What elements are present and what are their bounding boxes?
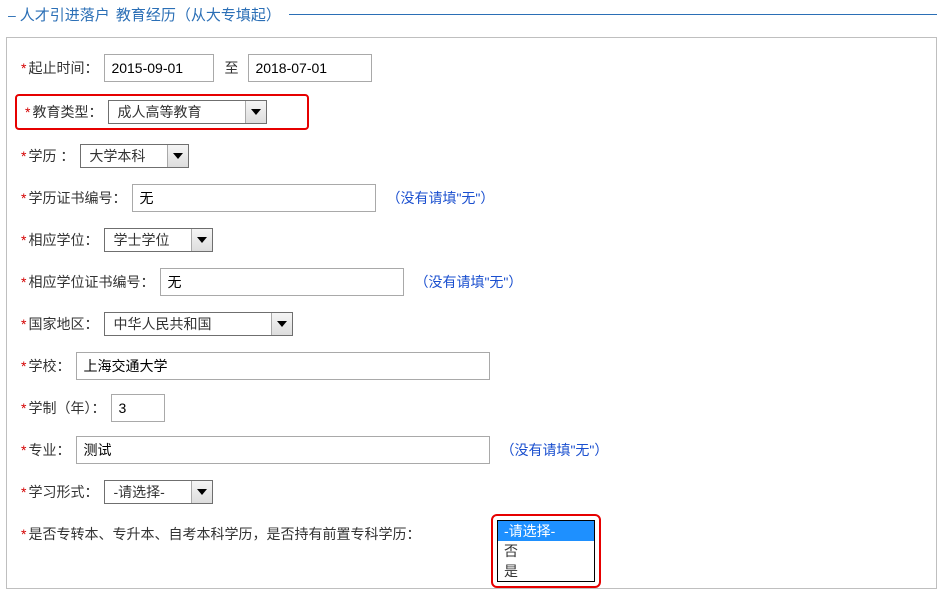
prior-qual-select-open[interactable]: -请选择- 否 是 xyxy=(497,520,595,582)
school-input[interactable] xyxy=(76,352,490,380)
label-to: 至 xyxy=(224,58,238,78)
label-degree-level: 学历 ： xyxy=(28,146,74,166)
row-years: * 学制（年）： xyxy=(21,392,922,424)
edu-type-highlight-box: * 教育类型： 成人高等教育 xyxy=(15,94,309,130)
required-marker: * xyxy=(25,104,30,120)
chevron-down-icon xyxy=(245,101,266,123)
dropdown-option-no[interactable]: 否 xyxy=(498,541,594,561)
row-prior-qual: * 是否专转本、专升本、自考本科学历，是否持有前置专科学历： -请选择- 否 是 xyxy=(21,518,922,550)
header-title: 人才引进落户 xyxy=(20,4,110,25)
label-cert-no: 学历证书编号： xyxy=(28,188,126,208)
required-marker: * xyxy=(21,484,26,500)
required-marker: * xyxy=(21,316,26,332)
degree-level-value: 大学本科 xyxy=(81,145,167,167)
header-divider xyxy=(289,14,937,15)
header-subtitle: 教育经历（从大专填起） xyxy=(116,4,281,25)
country-select[interactable]: 中华人民共和国 xyxy=(104,312,293,336)
required-marker: * xyxy=(21,190,26,206)
degree-value: 学士学位 xyxy=(105,229,191,251)
required-marker: * xyxy=(21,60,26,76)
hint-no-fill-none: （没有请填"无"） xyxy=(414,272,522,292)
dropdown-option-placeholder[interactable]: -请选择- xyxy=(498,521,594,541)
label-study-mode: 学习形式： xyxy=(28,482,98,502)
label-degree-cert-no: 相应学位证书编号： xyxy=(28,272,154,292)
chevron-down-icon xyxy=(191,481,212,503)
start-date-input[interactable] xyxy=(104,54,214,82)
row-degree-level: * 学历 ： 大学本科 xyxy=(21,140,922,172)
hint-no-fill-none: （没有请填"无"） xyxy=(386,188,494,208)
major-input[interactable] xyxy=(76,436,490,464)
form-box: * 起止时间： 至 * 教育类型： 成人高等教育 * 学历 ： xyxy=(6,37,937,589)
label-major: 专业： xyxy=(28,440,70,460)
label-years: 学制（年）： xyxy=(28,398,105,418)
edu-type-value: 成人高等教育 xyxy=(109,101,245,123)
row-edu-type: * 教育类型： 成人高等教育 xyxy=(21,94,922,130)
required-marker: * xyxy=(21,400,26,416)
end-date-input[interactable] xyxy=(248,54,372,82)
label-date-range: 起止时间： xyxy=(28,58,98,78)
row-degree: * 相应学位： 学士学位 xyxy=(21,224,922,256)
years-input[interactable] xyxy=(111,394,165,422)
label-edu-type: 教育类型： xyxy=(32,102,102,122)
study-mode-select[interactable]: -请选择- xyxy=(104,480,213,504)
chevron-down-icon xyxy=(271,313,292,335)
row-cert-no: * 学历证书编号： （没有请填"无"） xyxy=(21,182,922,214)
required-marker: * xyxy=(21,442,26,458)
label-country: 国家地区： xyxy=(28,314,98,334)
section-header: – 人才引进落户 教育经历（从大专填起） xyxy=(6,4,937,25)
row-country: * 国家地区： 中华人民共和国 xyxy=(21,308,922,340)
country-value: 中华人民共和国 xyxy=(105,313,271,335)
required-marker: * xyxy=(21,274,26,290)
row-date-range: * 起止时间： 至 xyxy=(21,52,922,84)
chevron-down-icon xyxy=(191,229,212,251)
header-dash: – xyxy=(8,7,16,23)
row-school: * 学校： xyxy=(21,350,922,382)
chevron-down-icon xyxy=(167,145,188,167)
row-major: * 专业： （没有请填"无"） xyxy=(21,434,922,466)
dropdown-option-yes[interactable]: 是 xyxy=(498,561,594,581)
prior-qual-highlight-box: -请选择- 否 是 xyxy=(491,514,601,588)
required-marker: * xyxy=(21,526,26,542)
degree-cert-no-input[interactable] xyxy=(160,268,404,296)
edu-type-select[interactable]: 成人高等教育 xyxy=(108,100,267,124)
label-degree: 相应学位： xyxy=(28,230,98,250)
cert-no-input[interactable] xyxy=(132,184,376,212)
study-mode-value: -请选择- xyxy=(105,481,191,503)
required-marker: * xyxy=(21,148,26,164)
row-study-mode: * 学习形式： -请选择- xyxy=(21,476,922,508)
degree-level-select[interactable]: 大学本科 xyxy=(80,144,189,168)
degree-select[interactable]: 学士学位 xyxy=(104,228,213,252)
label-school: 学校： xyxy=(28,356,70,376)
hint-no-fill-none: （没有请填"无"） xyxy=(500,440,608,460)
required-marker: * xyxy=(21,358,26,374)
row-degree-cert-no: * 相应学位证书编号： （没有请填"无"） xyxy=(21,266,922,298)
label-prior-qual: 是否专转本、专升本、自考本科学历，是否持有前置专科学历： xyxy=(28,524,420,544)
required-marker: * xyxy=(21,232,26,248)
